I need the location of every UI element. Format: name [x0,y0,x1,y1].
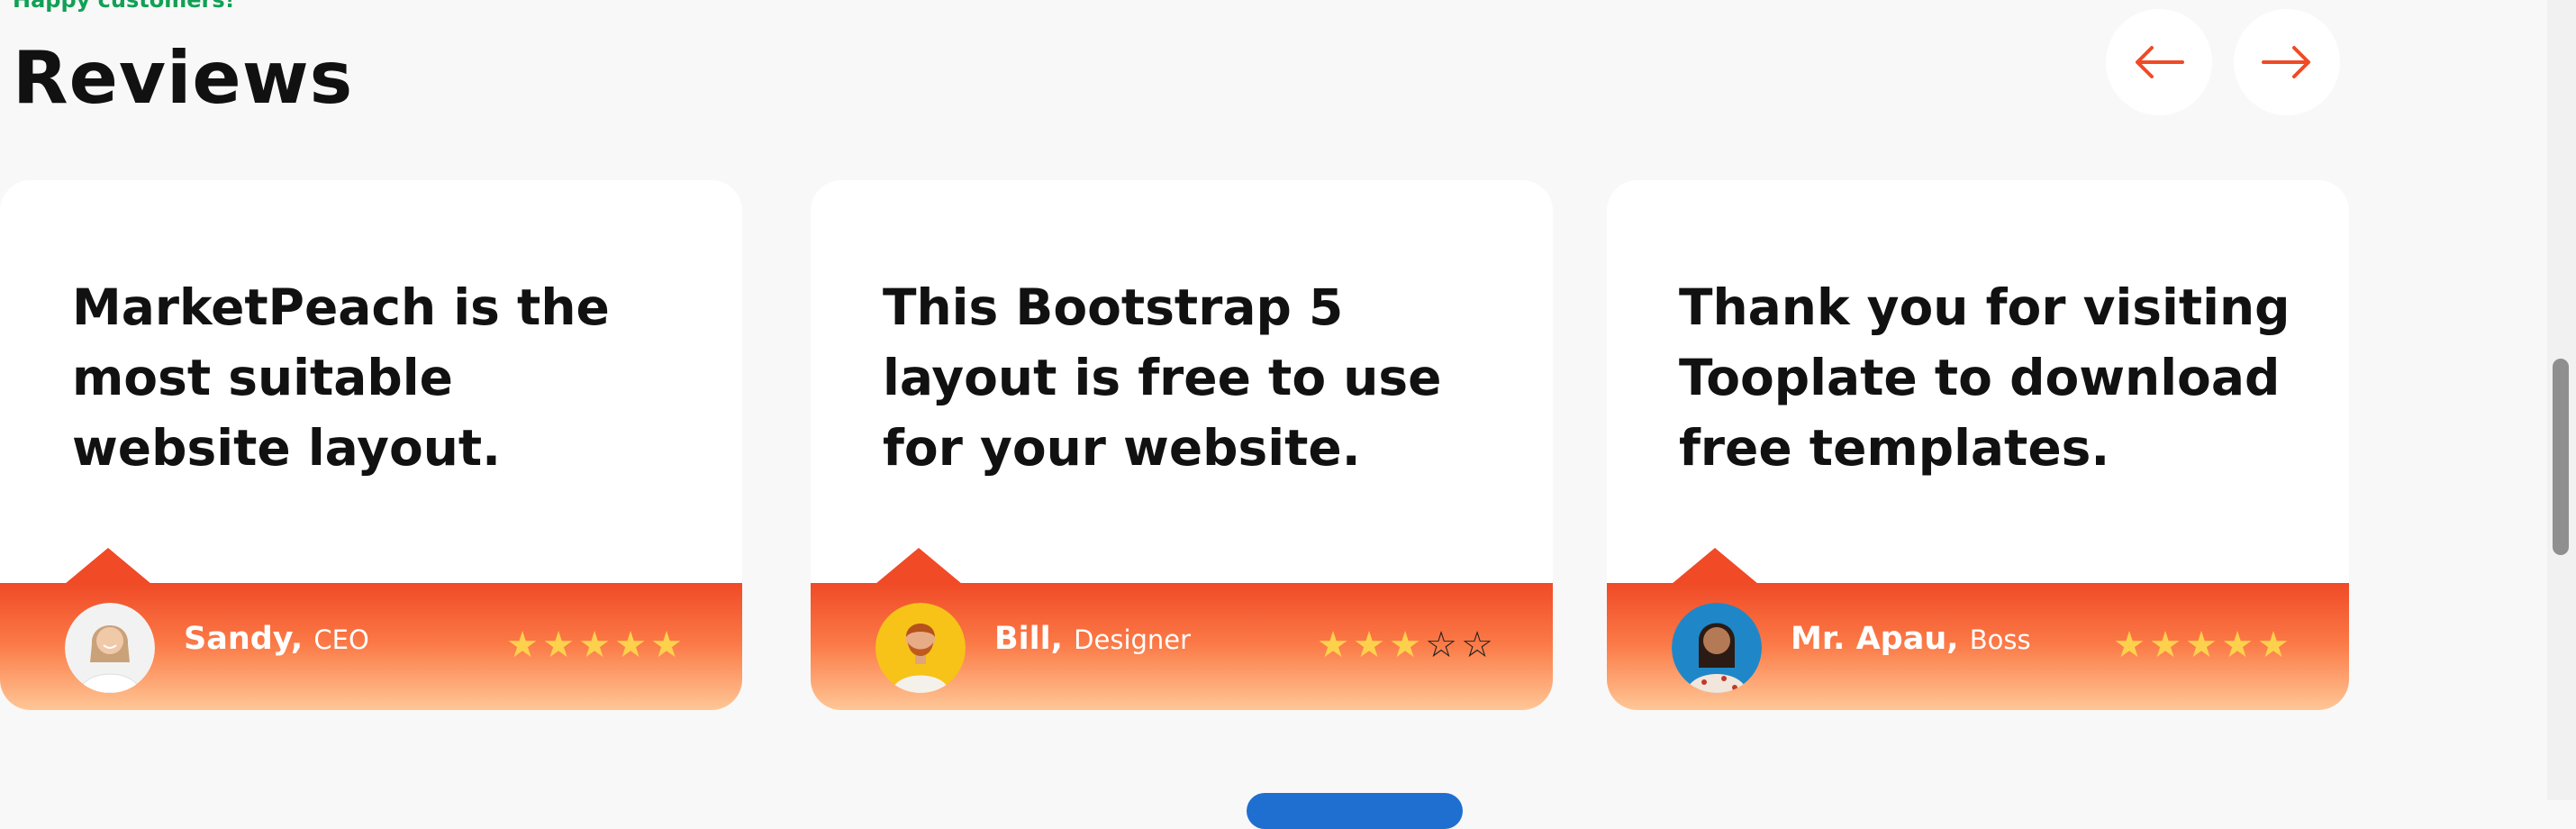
reviewer-role: CEO [313,624,369,655]
reviewer-role: Designer [1074,624,1192,655]
reviewer-name: Bill [994,621,1051,657]
reviewer-name: Sandy [184,621,291,657]
star-rating: ★ ★ ★ ★ ★ [2111,624,2291,666]
name-separator: , [1946,621,1970,657]
star-rating: ★ ★ ★ ★ ★ [504,624,685,666]
arrow-right-icon [2262,46,2310,78]
review-quote: MarketPeach is the most suitable website… [72,278,610,477]
star-filled-icon: ★ [506,624,539,666]
section-kicker: Happy customers! [13,0,235,13]
review-footer: Mr. Apau, Boss ★ ★ ★ ★ ★ [1607,583,2349,710]
scrollbar-thumb[interactable] [2553,359,2569,555]
star-filled-icon: ★ [542,624,575,666]
star-rating: ★ ★ ★ ☆ ☆ [1315,624,1495,666]
arrow-left-icon [2136,46,2184,78]
star-filled-icon: ★ [650,624,683,666]
reviewer-role: Boss [1969,624,2031,655]
reviewer-info: Sandy, CEO [184,621,369,657]
section-title: Reviews [13,36,354,120]
review-footer: Sandy, CEO ★ ★ ★ ★ ★ [0,583,742,710]
avatar [875,603,966,693]
card-notch [875,548,962,584]
review-quote: Thank you for visiting Tooplate to downl… [1679,278,2290,477]
previous-button[interactable] [2106,9,2212,115]
star-filled-icon: ★ [1353,624,1385,666]
star-filled-icon: ★ [1389,624,1421,666]
star-filled-icon: ★ [2113,624,2145,666]
avatar [1672,603,1762,693]
card-notch [65,548,151,584]
reviewer-info: Mr. Apau, Boss [1791,621,2031,657]
star-filled-icon: ★ [2257,624,2290,666]
avatar [65,603,155,693]
review-card: Thank you for visiting Tooplate to downl… [1607,180,2349,710]
star-empty-icon: ☆ [1461,624,1493,666]
scrollbar[interactable] [2547,0,2576,800]
review-card: This Bootstrap 5 layout is free to use f… [811,180,1553,710]
star-filled-icon: ★ [2149,624,2181,666]
star-filled-icon: ★ [1317,624,1349,666]
reviewer-info: Bill, Designer [994,621,1191,657]
star-filled-icon: ★ [2185,624,2218,666]
star-filled-icon: ★ [2221,624,2254,666]
star-empty-icon: ☆ [1425,624,1457,666]
reviewer-name: Mr. Apau [1791,621,1947,657]
review-footer: Bill, Designer ★ ★ ★ ☆ ☆ [811,583,1553,710]
bottom-button[interactable] [1247,793,1463,829]
next-button[interactable] [2234,9,2340,115]
review-quote: This Bootstrap 5 layout is free to use f… [883,278,1442,477]
name-separator: , [1050,621,1075,657]
review-card: MarketPeach is the most suitable website… [0,180,742,710]
card-notch [1672,548,1758,584]
star-filled-icon: ★ [578,624,611,666]
name-separator: , [290,621,314,657]
star-filled-icon: ★ [614,624,647,666]
